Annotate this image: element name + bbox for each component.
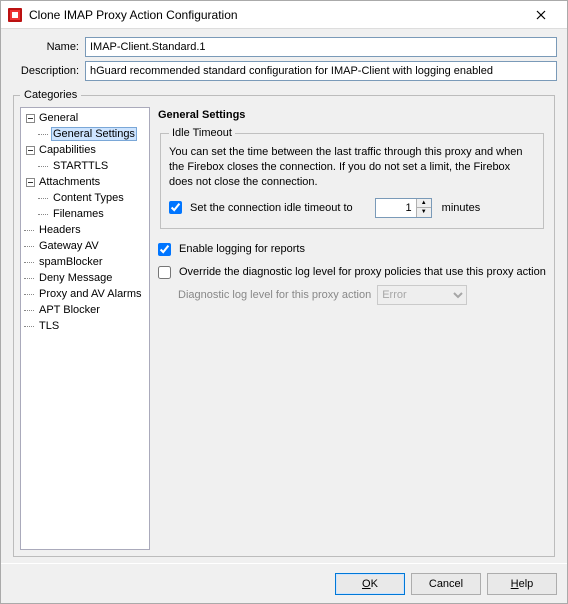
override-diag-checkbox[interactable] (158, 266, 171, 279)
collapse-icon[interactable] (23, 178, 37, 187)
diag-level-label: Diagnostic log level for this proxy acti… (178, 289, 371, 301)
tree-item-general[interactable]: General (23, 110, 149, 126)
collapse-icon[interactable] (23, 146, 37, 155)
close-button[interactable] (521, 2, 561, 28)
tree-item-capabilities[interactable]: Capabilities (23, 142, 149, 158)
app-logo-icon (7, 7, 23, 23)
dialog-footer: OK Cancel Help (1, 563, 567, 603)
tree-item-deny-message[interactable]: Deny Message (23, 270, 149, 286)
help-button[interactable]: Help (487, 573, 557, 595)
collapse-icon[interactable] (23, 114, 37, 123)
tree-item-tls[interactable]: TLS (23, 318, 149, 334)
idle-timeout-value[interactable] (376, 199, 416, 217)
category-tree[interactable]: General General Settings Capabilities ST… (20, 107, 150, 550)
name-label: Name: (11, 41, 85, 53)
enable-logging-label: Enable logging for reports (179, 243, 305, 255)
idle-timeout-group: Idle Timeout You can set the time betwee… (160, 127, 544, 229)
spinner-up-icon[interactable]: ▲ (417, 199, 431, 208)
idle-timeout-legend: Idle Timeout (169, 127, 235, 139)
categories-fieldset: Categories General General Settings Capa… (13, 89, 555, 557)
window-title: Clone IMAP Proxy Action Configuration (29, 8, 521, 22)
description-input[interactable] (85, 61, 557, 81)
titlebar: Clone IMAP Proxy Action Configuration (1, 1, 567, 29)
tree-item-apt-blocker[interactable]: APT Blocker (23, 302, 149, 318)
tree-item-filenames[interactable]: Filenames (23, 206, 149, 222)
dialog-window: Clone IMAP Proxy Action Configuration Na… (0, 0, 568, 604)
settings-heading: General Settings (158, 109, 546, 121)
description-label: Description: (11, 65, 85, 77)
cancel-button[interactable]: Cancel (411, 573, 481, 595)
settings-panel: General Settings Idle Timeout You can se… (156, 107, 548, 550)
name-input[interactable] (85, 37, 557, 57)
tree-item-headers[interactable]: Headers (23, 222, 149, 238)
categories-legend: Categories (20, 89, 81, 101)
idle-timeout-checkbox[interactable] (169, 201, 182, 214)
tree-item-content-types[interactable]: Content Types (23, 190, 149, 206)
tree-item-attachments[interactable]: Attachments (23, 174, 149, 190)
tree-item-spamblocker[interactable]: spamBlocker (23, 254, 149, 270)
idle-hint-text: You can set the time between the last tr… (169, 145, 535, 190)
override-diag-label: Override the diagnostic log level for pr… (179, 266, 546, 278)
ok-button[interactable]: OK (335, 573, 405, 595)
spinner-down-icon[interactable]: ▼ (417, 208, 431, 217)
tree-item-starttls[interactable]: STARTTLS (23, 158, 149, 174)
tree-item-proxy-av-alarms[interactable]: Proxy and AV Alarms (23, 286, 149, 302)
idle-timeout-unit: minutes (442, 202, 481, 214)
tree-item-general-settings[interactable]: General Settings (23, 126, 149, 142)
tree-item-gateway-av[interactable]: Gateway AV (23, 238, 149, 254)
enable-logging-checkbox[interactable] (158, 243, 171, 256)
idle-timeout-label: Set the connection idle timeout to (190, 202, 353, 214)
close-icon (536, 10, 546, 20)
idle-timeout-spinner[interactable]: ▲ ▼ (375, 198, 432, 218)
diag-level-select: Error (377, 285, 467, 305)
